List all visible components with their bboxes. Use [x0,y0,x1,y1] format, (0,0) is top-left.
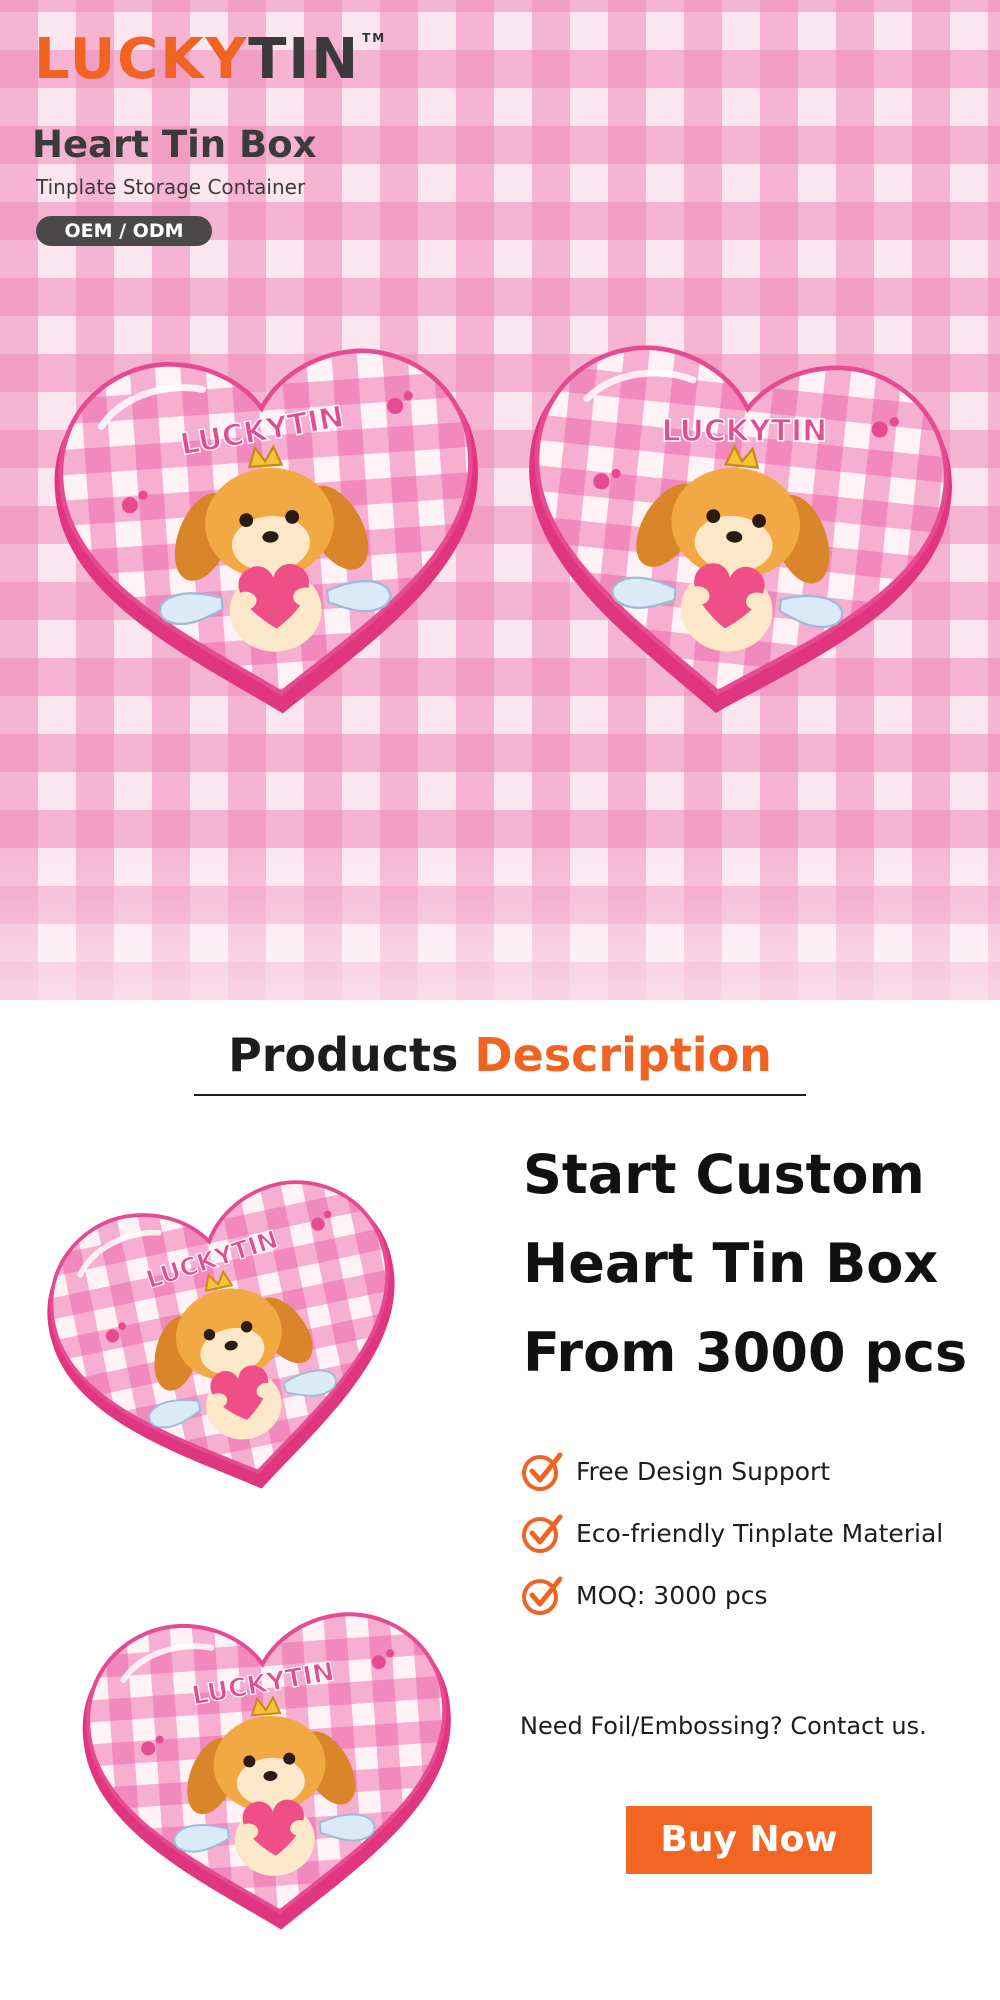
heart-tin-image-standing [3,1105,458,1575]
heading-divider [194,1094,806,1096]
hero-banner: LUCKYTIN TM Heart Tin Box Tinplate Storag… [0,0,1000,1000]
check-icon [520,1511,564,1555]
hero-title: Heart Tin Box [32,123,317,166]
heart-tin-image-right [484,297,985,763]
heading-part-products: Products [228,1028,475,1082]
trademark-mark: TM [362,31,387,45]
check-icon [520,1573,564,1617]
headline-line-3: From 3000 pcs [523,1321,968,1384]
contact-note: Need Foil/Embossing? Contact us. [520,1712,927,1740]
hero-subtitle: Tinplate Storage Container [36,175,306,199]
feature-item: Free Design Support [520,1440,990,1502]
feature-item: MOQ: 3000 pcs [520,1564,990,1626]
feature-list: Free Design Support Eco-friendly Tinplat… [520,1440,990,1626]
headline-line-1: Start Custom [523,1143,925,1206]
heart-tin-image-flat [49,1586,492,1954]
logo-part-lucky: LUCKY [34,27,249,92]
logo-part-tin: TIN [248,27,361,92]
brand-logo[interactable]: LUCKYTIN TM [34,32,386,88]
oem-odm-badge: OEM / ODM [36,216,212,246]
buy-now-button[interactable]: Buy Now [626,1806,872,1874]
heart-tin-image-left [26,304,514,755]
headline-line-2: Heart Tin Box [523,1232,939,1295]
feature-label: Free Design Support [576,1456,831,1486]
feature-label: MOQ: 3000 pcs [576,1580,768,1610]
feature-item: Eco-friendly Tinplate Material [520,1502,990,1564]
feature-label: Eco-friendly Tinplate Material [576,1518,944,1548]
section-heading: Products Description [0,1028,1000,1082]
promo-headline: Start Custom Heart Tin Box From 3000 pcs [523,1130,983,1397]
heading-part-description: Description [474,1028,772,1082]
check-icon [520,1449,564,1493]
